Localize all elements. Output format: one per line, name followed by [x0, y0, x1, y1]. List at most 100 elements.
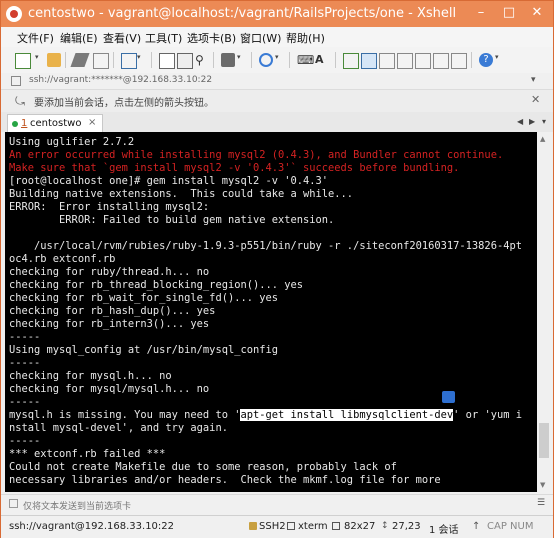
terminal-line-text: An error occurred while installing mysql… — [9, 149, 504, 161]
terminal-size-icon — [332, 522, 340, 530]
dropdown-arrow-icon[interactable]: ▾ — [237, 53, 245, 67]
transfer-icon[interactable] — [343, 53, 359, 69]
scrollbar-thumb[interactable] — [539, 423, 549, 458]
globe-icon[interactable] — [259, 53, 273, 67]
tab-centostwo[interactable]: 1 centostwo × — [7, 114, 103, 132]
help-icon[interactable]: ? — [479, 53, 493, 67]
toolbar-separator — [251, 52, 252, 68]
tab-bar: 1 centostwo × ◀ ▶ ▾ — [1, 112, 553, 132]
bookmark-arrow-icon[interactable]: ⤿ — [15, 94, 25, 109]
font-icon[interactable]: A — [315, 53, 329, 67]
scroll-down-icon[interactable]: ▼ — [540, 481, 545, 489]
send-bar-menu-icon[interactable]: ☰ — [537, 498, 545, 508]
terminal-line-text: checking for rb_wait_for_single_fd()... … — [9, 292, 278, 304]
terminal-line-text: Could not create Makefile due to some re… — [9, 461, 397, 473]
ssh-lock-icon — [249, 522, 257, 530]
lock-icon[interactable] — [379, 53, 395, 69]
maximize-icon[interactable]: □ — [495, 1, 523, 25]
minimize-icon[interactable]: – — [467, 1, 495, 25]
terminal-line-text: ----- — [9, 357, 41, 369]
terminal-line-text: oc4.rb extconf.rb — [9, 253, 116, 265]
dropdown-arrow-icon[interactable]: ▾ — [275, 53, 283, 67]
terminal-line: checking for rb_hash_dup()... yes — [9, 305, 215, 318]
terminal-line: ERROR: Failed to build gem native extens… — [9, 214, 334, 227]
status-connection: ssh://vagrant@192.168.33.10:22 — [9, 521, 175, 532]
paste-icon[interactable] — [177, 53, 193, 69]
terminal-line-text: *** extconf.rb failed *** — [9, 448, 166, 460]
scroll-up-icon[interactable]: ▲ — [540, 135, 545, 143]
terminal-line: oc4.rb extconf.rb — [9, 253, 115, 266]
dropdown-arrow-icon[interactable]: ▾ — [35, 53, 43, 67]
open-folder-icon[interactable] — [47, 53, 61, 67]
menu-tools[interactable]: 工具(T) — [145, 30, 182, 46]
dropdown-arrow-icon[interactable]: ▾ — [137, 53, 145, 67]
title-bar[interactable]: centostwo - vagrant@localhost:/vagrant/R… — [1, 1, 553, 27]
print-icon[interactable] — [221, 53, 235, 67]
find-icon[interactable]: ⚲ — [195, 53, 209, 67]
window-title: centostwo - vagrant@localhost:/vagrant/R… — [28, 6, 457, 21]
terminal-line: *** extconf.rb failed *** — [9, 448, 165, 461]
terminal-line-text: ----- — [9, 331, 41, 343]
ime-input-icon[interactable] — [442, 391, 455, 403]
terminal-line-text: /usr/local/rvm/rubies/ruby-1.9.3-p551/bi… — [9, 240, 522, 252]
terminal-line-text: ERROR: Failed to build gem native extens… — [9, 214, 335, 226]
tab-scroll-left-icon[interactable]: ◀ — [517, 117, 523, 126]
menu-edit[interactable]: 编辑(E) — [60, 30, 98, 46]
copy-icon[interactable] — [159, 53, 175, 69]
terminal-line: nstall mysql-devel', and try again. — [9, 422, 228, 435]
address-options-icon[interactable]: ▾ — [531, 75, 536, 85]
status-sessions: 1 会话 — [429, 525, 459, 536]
terminal-line: checking for mysql.h... no — [9, 370, 172, 383]
terminal-line: checking for rb_wait_for_single_fd()... … — [9, 292, 278, 305]
terminal-scrollbar[interactable]: ▲ ▼ — [537, 132, 551, 492]
terminal-line: Building native extensions. This could t… — [9, 188, 353, 201]
pencil-icon[interactable] — [70, 53, 90, 67]
terminal-line-text: checking for mysql/mysql.h... no — [9, 383, 210, 395]
fullscreen-icon[interactable] — [397, 53, 413, 69]
terminal-line: ----- — [9, 396, 40, 409]
toolbar-separator — [289, 52, 290, 68]
menu-help[interactable]: 帮助(H) — [286, 30, 325, 46]
terminal-line-text: checking for rb_intern3()... yes — [9, 318, 210, 330]
terminal-line-text: Using mysql_config at /usr/bin/mysql_con… — [9, 344, 278, 356]
layout-icon[interactable] — [415, 53, 431, 69]
terminal-line: Using mysql_config at /usr/bin/mysql_con… — [9, 344, 278, 357]
status-terminal: xterm — [298, 521, 328, 532]
terminal-line: An error occurred while installing mysql… — [9, 149, 503, 162]
toolbar-separator — [213, 52, 214, 68]
tab-menu-icon[interactable]: ▾ — [542, 117, 546, 126]
menu-file[interactable]: 文件(F) — [17, 30, 54, 46]
disconnect-icon[interactable] — [93, 53, 109, 69]
terminal-area[interactable]: Using uglifier 2.7.2 An error occurred wh… — [5, 132, 537, 492]
dropdown-arrow-icon[interactable]: ▾ — [495, 53, 503, 67]
menu-view[interactable]: 查看(V) — [103, 30, 141, 46]
keyboard-icon[interactable]: ⌨ — [297, 53, 314, 67]
send-bar[interactable]: 仅将文本发送到当前选项卡 ☰ — [1, 494, 553, 515]
terminal-line-text: checking for rb_hash_dup()... yes — [9, 305, 216, 317]
properties-icon[interactable] — [121, 53, 137, 69]
tab-scroll-right-icon[interactable]: ▶ — [529, 117, 535, 126]
status-caps-num: CAP NUM — [487, 521, 534, 532]
status-protocol: SSH2 — [259, 521, 286, 532]
terminal-line: ----- — [9, 331, 40, 344]
status-size: 82x27 — [344, 521, 376, 532]
toolbar-separator — [151, 52, 152, 68]
address-bar[interactable]: ssh://vagrant:*******@192.168.33.10:22 ▾ — [1, 73, 553, 89]
terminal-line: mysql.h is missing. You may need to 'apt… — [9, 409, 522, 422]
session-up-arrow-icon[interactable]: ↑ — [472, 521, 480, 532]
terminal-icon[interactable] — [451, 53, 467, 69]
compose-icon[interactable] — [433, 53, 449, 69]
terminal-line: checking for ruby/thread.h... no — [9, 266, 209, 279]
terminal-line: ERROR: Error installing mysql2: — [9, 201, 209, 214]
sftp-icon[interactable] — [361, 53, 377, 69]
menu-tabs[interactable]: 选项卡(B) — [187, 30, 236, 46]
terminal-line-text: ' or 'yum i — [453, 409, 522, 421]
close-icon[interactable]: ✕ — [523, 1, 551, 25]
terminal-line-text: nstall mysql-devel', and try again. — [9, 422, 228, 434]
menu-window[interactable]: 窗口(W) — [240, 30, 281, 46]
new-session-icon[interactable] — [15, 53, 31, 69]
selected-text[interactable]: apt-get install libmysqlclient-dev — [240, 409, 454, 421]
hint-close-icon[interactable]: ✕ — [531, 93, 540, 106]
tab-close-icon[interactable]: × — [88, 117, 96, 128]
terminal-line: [root@localhost one]# gem install mysql2… — [9, 175, 328, 188]
